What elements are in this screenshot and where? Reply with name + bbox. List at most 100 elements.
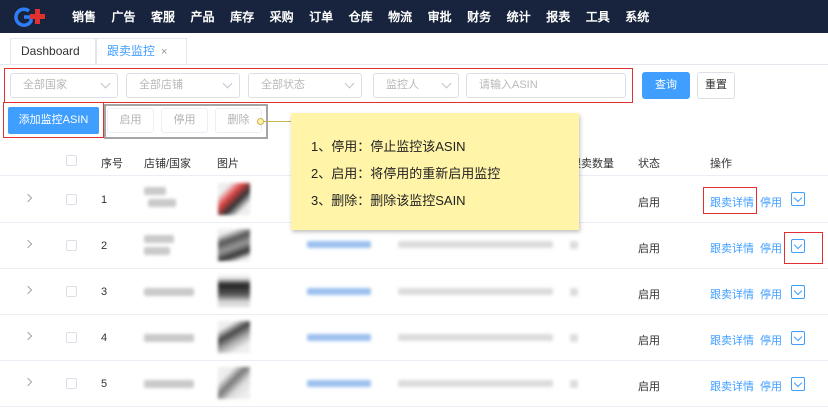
enable-button[interactable]: 启用 xyxy=(107,108,154,133)
nav-item-inventory[interactable]: 库存 xyxy=(230,8,254,25)
asin-blurred xyxy=(307,288,371,295)
chevron-down-icon xyxy=(344,78,355,89)
shop-select-value: 全部店铺 xyxy=(139,79,183,91)
title-blurred xyxy=(398,334,553,341)
expand-icon[interactable] xyxy=(23,331,33,341)
shop-name-blurred xyxy=(144,288,194,296)
add-monitor-asin-button[interactable]: 添加监控ASIN xyxy=(8,107,99,134)
status-select-value: 全部状态 xyxy=(261,79,305,91)
shop-name-blurred xyxy=(144,187,166,195)
country-blurred xyxy=(148,199,176,207)
expand-icon[interactable] xyxy=(23,377,33,387)
monitor-select-value: 监控人 xyxy=(386,79,419,91)
shop-select[interactable]: 全部店铺 xyxy=(126,73,240,98)
asin-blurred xyxy=(307,241,371,248)
nav-item-purchase[interactable]: 采购 xyxy=(270,8,294,25)
callout-connector xyxy=(262,121,292,122)
asin-input-placeholder: 请输入ASIN xyxy=(479,79,538,91)
nav-item-sales[interactable]: 销售 xyxy=(72,8,96,25)
chevron-down-icon xyxy=(100,78,111,89)
shop-name-blurred xyxy=(144,235,174,243)
follow-sell-detail-link[interactable]: 跟卖详情 xyxy=(710,332,754,348)
header-image: 图片 xyxy=(217,158,239,170)
header-index: 序号 xyxy=(101,158,123,170)
count-blurred xyxy=(570,380,578,388)
nav-item-warehouse[interactable]: 仓库 xyxy=(349,8,373,25)
nav-item-ads[interactable]: 广告 xyxy=(112,8,136,25)
nav-item-service[interactable]: 客服 xyxy=(151,8,175,25)
expand-icon[interactable] xyxy=(23,285,33,295)
monitor-select[interactable]: 监控人 xyxy=(373,73,459,98)
product-image xyxy=(218,367,250,399)
nav-item-system[interactable]: 系统 xyxy=(625,8,649,25)
country-select-value: 全部国家 xyxy=(23,79,67,91)
title-blurred xyxy=(398,380,553,387)
product-image xyxy=(218,183,250,215)
chevron-down-icon xyxy=(441,78,452,89)
expand-icon[interactable] xyxy=(23,193,33,203)
row-checkbox[interactable] xyxy=(66,194,77,205)
detail-highlight-box xyxy=(703,187,757,214)
callout-line-3: 3、删除：删除该监控SAIN xyxy=(311,193,466,208)
expand-icon[interactable] xyxy=(23,239,33,249)
disable-link[interactable]: 停用 xyxy=(760,286,782,302)
logo-icon[interactable] xyxy=(13,7,49,27)
country-select[interactable]: 全部国家 xyxy=(10,73,118,98)
more-dropdown-icon[interactable] xyxy=(791,377,805,391)
disable-button[interactable]: 停用 xyxy=(161,108,208,133)
product-image xyxy=(218,275,250,307)
tooltip-callout: 1、停用：停止监控该ASIN 2、启用：将停用的重新启用监控 3、删除：删除该监… xyxy=(291,113,579,230)
disable-link[interactable]: 停用 xyxy=(760,332,782,348)
disable-link[interactable]: 停用 xyxy=(760,378,782,394)
nav-item-approval[interactable]: 审批 xyxy=(428,8,452,25)
tab-dashboard-label: Dashboard xyxy=(21,44,80,58)
disable-link[interactable]: 停用 xyxy=(760,194,782,210)
follow-sell-detail-link[interactable]: 跟卖详情 xyxy=(710,286,754,302)
status-select[interactable]: 全部状态 xyxy=(248,73,362,98)
query-button[interactable]: 查询 xyxy=(642,72,690,99)
count-blurred xyxy=(570,334,578,342)
reset-button[interactable]: 重置 xyxy=(697,72,735,99)
nav-item-finance[interactable]: 财务 xyxy=(467,8,491,25)
count-blurred xyxy=(570,241,578,249)
nav-item-statistics[interactable]: 统计 xyxy=(507,8,531,25)
dropdown-highlight-box xyxy=(784,232,823,264)
more-dropdown-icon[interactable] xyxy=(791,285,805,299)
table-row: 3 启用 跟卖详情 停用 xyxy=(0,269,828,315)
row-status: 启用 xyxy=(638,197,660,209)
follow-sell-detail-link[interactable]: 跟卖详情 xyxy=(710,378,754,394)
row-checkbox[interactable] xyxy=(66,332,77,343)
row-index: 5 xyxy=(101,378,108,390)
row-status: 启用 xyxy=(638,243,660,255)
table-row: 5 启用 跟卖详情 停用 xyxy=(0,361,828,407)
product-image xyxy=(218,321,250,353)
row-status: 启用 xyxy=(638,381,660,393)
nav-item-tools[interactable]: 工具 xyxy=(586,8,610,25)
row-index: 1 xyxy=(101,194,108,206)
tab-follow-sell-monitor-label: 跟卖监控 xyxy=(107,44,156,58)
shop-name-blurred xyxy=(144,334,194,342)
nav-item-orders[interactable]: 订单 xyxy=(309,8,333,25)
disable-link[interactable]: 停用 xyxy=(760,240,782,256)
tab-follow-sell-monitor[interactable]: 跟卖监控 × xyxy=(96,38,187,64)
delete-button[interactable]: 删除 xyxy=(215,108,262,133)
nav-item-products[interactable]: 产品 xyxy=(191,8,215,25)
row-status: 启用 xyxy=(638,289,660,301)
chevron-down-icon xyxy=(222,78,233,89)
row-checkbox[interactable] xyxy=(66,286,77,297)
close-icon[interactable]: × xyxy=(161,46,167,58)
more-dropdown-icon[interactable] xyxy=(791,192,805,206)
tab-dashboard[interactable]: Dashboard xyxy=(10,38,96,64)
row-status: 启用 xyxy=(638,335,660,347)
asin-input[interactable]: 请输入ASIN xyxy=(466,73,626,98)
nav-item-reports[interactable]: 报表 xyxy=(546,8,570,25)
row-checkbox[interactable] xyxy=(66,378,77,389)
follow-sell-detail-link[interactable]: 跟卖详情 xyxy=(710,240,754,256)
more-dropdown-icon[interactable] xyxy=(791,331,805,345)
row-index: 3 xyxy=(101,286,108,298)
header-status: 状态 xyxy=(638,158,660,170)
select-all-checkbox[interactable] xyxy=(66,155,77,166)
row-checkbox[interactable] xyxy=(66,240,77,251)
nav-item-logistics[interactable]: 物流 xyxy=(388,8,412,25)
asin-blurred xyxy=(307,380,371,387)
